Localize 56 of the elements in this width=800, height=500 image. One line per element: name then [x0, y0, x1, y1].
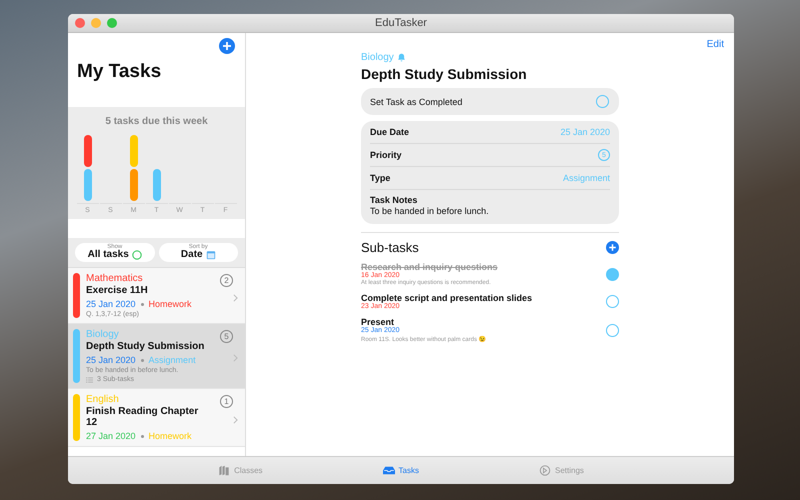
- add-icon[interactable]: [606, 241, 619, 254]
- tray-icon: [382, 465, 395, 476]
- play-circle-icon: [539, 465, 551, 476]
- section-title: Sub-tasks: [361, 240, 419, 255]
- priority-badge: 5: [220, 330, 233, 343]
- separator-dot: [140, 434, 144, 438]
- task-heading: Depth Study Submission: [361, 66, 528, 82]
- field-value: Assignment: [562, 173, 610, 183]
- separator-dot: [140, 302, 144, 306]
- task-date: 27 Jan 2020: [86, 431, 136, 441]
- priority-badge: 1: [220, 395, 233, 408]
- edit-link[interactable]: Edit: [706, 39, 724, 50]
- field-label: Priority: [370, 150, 402, 160]
- list-icon: [86, 376, 93, 382]
- checkbox[interactable]: [606, 324, 619, 336]
- subtask-title: Complete script and presentation slides: [361, 293, 532, 303]
- separator-dot: [140, 358, 144, 362]
- close-button[interactable]: [75, 18, 85, 28]
- priority-badge: 2: [220, 274, 233, 287]
- task-date: 25 Jan 2020: [86, 299, 136, 309]
- task-title: Finish Reading Chapter 12: [86, 406, 200, 428]
- subtask-title: Present: [361, 317, 396, 327]
- task-subject: Biology: [86, 329, 120, 340]
- minimize-button[interactable]: [91, 18, 101, 28]
- circle-icon: [132, 250, 142, 260]
- task-title: Exercise 11H: [86, 285, 149, 296]
- add-icon[interactable]: [219, 38, 235, 54]
- chevron-icon: [233, 294, 238, 302]
- complete-button[interactable]: Set Task as Completed: [361, 88, 619, 115]
- task-subject: English: [86, 394, 120, 405]
- books-icon: [218, 465, 230, 476]
- field-label: Type: [370, 173, 390, 183]
- task-list-item[interactable]: English Finish Reading Chapter 12 27 Jan 2020 Homework 1: [68, 389, 245, 447]
- notes-text: To be handed in before lunch.: [370, 206, 489, 216]
- checkbox[interactable]: [606, 295, 619, 308]
- bell-icon: [396, 53, 406, 62]
- field-value: 25 Jan 2020: [560, 127, 610, 137]
- window-title: EduTasker: [375, 17, 427, 29]
- checkbox[interactable]: [606, 268, 619, 280]
- chevron-icon: [233, 354, 238, 362]
- task-type: Assignment: [148, 355, 196, 365]
- checkbox[interactable]: [596, 95, 609, 108]
- task-title: Depth Study Submission: [86, 341, 205, 352]
- subject-label: Biology: [361, 52, 394, 63]
- task-date: 25 Jan 2020: [86, 355, 136, 365]
- chevron-icon: [233, 416, 238, 424]
- zoom-button[interactable]: [107, 18, 117, 28]
- field-label: Due Date: [370, 127, 410, 137]
- field-label: Task Notes: [370, 195, 418, 205]
- calendar-icon: [206, 250, 216, 260]
- chart-title: 5 tasks due this week: [105, 116, 208, 127]
- subtask-title: Research and inquiry questions: [361, 262, 498, 272]
- task-type: Homework: [148, 299, 192, 309]
- task-type: Homework: [148, 431, 192, 441]
- sidebar-title: My Tasks: [77, 61, 162, 82]
- task-subject: Mathematics: [86, 273, 144, 284]
